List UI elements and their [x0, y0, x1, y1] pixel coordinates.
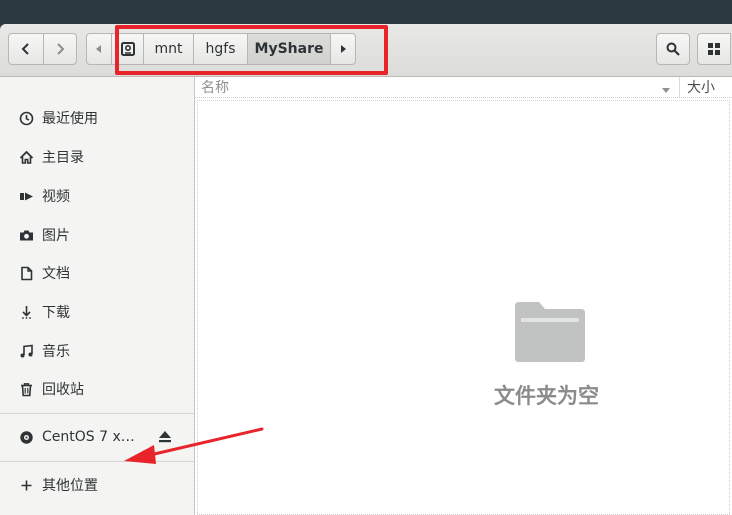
- sidebar-separator: [0, 461, 194, 462]
- video-icon: [18, 188, 34, 204]
- sidebar-item-label: 回收站: [42, 382, 84, 398]
- download-icon: [18, 304, 34, 320]
- triangle-right-icon: [341, 45, 346, 53]
- sidebar-item-home[interactable]: 主目录: [0, 138, 194, 176]
- sidebar: 最近使用 主目录 视频 图片 文档 下载 音乐 回收站 CentOS 7 x… …: [0, 77, 195, 515]
- sidebar-item-trash[interactable]: 回收站: [0, 370, 194, 408]
- breadcrumb-myshare[interactable]: MyShare: [247, 33, 331, 65]
- grid-view-icon: [708, 43, 720, 55]
- folder-icon: [513, 300, 587, 368]
- empty-folder-message: 文件夹为空: [494, 384, 599, 408]
- disc-icon: [18, 429, 34, 445]
- search-icon: [666, 42, 680, 56]
- triangle-left-icon: [96, 45, 101, 53]
- drive-icon: [120, 42, 135, 56]
- sort-arrow-icon[interactable]: [661, 82, 671, 98]
- sidebar-item-pictures[interactable]: 图片: [0, 216, 194, 254]
- sidebar-item-device[interactable]: CentOS 7 x…: [0, 418, 194, 456]
- sidebar-item-recent[interactable]: 最近使用: [0, 99, 194, 137]
- sidebar-item-music[interactable]: 音乐: [0, 332, 194, 370]
- file-manager-window: mnt hgfs MyShare 最近使用 主目录 视频 图片 文档 下载 音乐…: [0, 24, 732, 515]
- sidebar-item-documents[interactable]: 文档: [0, 254, 194, 292]
- sidebar-item-label: 最近使用: [42, 111, 98, 127]
- breadcrumb-root[interactable]: [111, 33, 144, 65]
- column-divider: [679, 77, 680, 97]
- sidebar-item-videos[interactable]: 视频: [0, 177, 194, 215]
- column-header-row: 名称 大小: [195, 77, 732, 98]
- breadcrumb-scroll-left[interactable]: [86, 33, 112, 65]
- chevron-left-icon: [21, 43, 29, 55]
- chevron-right-icon: [57, 43, 65, 55]
- sidebar-item-label: 下载: [42, 305, 70, 321]
- back-button[interactable]: [8, 33, 44, 65]
- file-list-view[interactable]: 名称 大小: [195, 77, 732, 515]
- breadcrumb-hgfs[interactable]: hgfs: [193, 33, 248, 65]
- plus-icon: [18, 477, 34, 493]
- view-toggle-button[interactable]: [697, 33, 731, 65]
- document-icon: [18, 265, 34, 281]
- sidebar-item-label: 图片: [42, 228, 70, 244]
- music-icon: [18, 343, 34, 359]
- sidebar-item-downloads[interactable]: 下载: [0, 293, 194, 331]
- sidebar-item-label: 文档: [42, 266, 70, 282]
- sidebar-item-label: CentOS 7 x…: [42, 429, 135, 445]
- home-icon: [18, 149, 34, 165]
- eject-icon[interactable]: [158, 430, 172, 447]
- camera-icon: [18, 227, 34, 243]
- trash-icon: [18, 381, 34, 397]
- sidebar-separator: [0, 413, 194, 414]
- sidebar-item-label: 主目录: [42, 150, 84, 166]
- sidebar-item-label: 视频: [42, 189, 70, 205]
- breadcrumb-mnt[interactable]: mnt: [143, 33, 194, 65]
- header-bar: mnt hgfs MyShare: [0, 24, 732, 77]
- breadcrumb-scroll-right[interactable]: [330, 33, 356, 65]
- sidebar-item-label: 音乐: [42, 344, 70, 360]
- column-header-size[interactable]: 大小: [687, 77, 715, 97]
- sidebar-item-label: 其他位置: [42, 478, 98, 494]
- search-button[interactable]: [656, 33, 690, 65]
- forward-button[interactable]: [43, 33, 77, 65]
- column-header-name[interactable]: 名称: [201, 77, 229, 97]
- recent-icon: [18, 110, 34, 126]
- file-list-area[interactable]: [197, 100, 730, 515]
- sidebar-item-other-locations[interactable]: 其他位置: [0, 466, 194, 504]
